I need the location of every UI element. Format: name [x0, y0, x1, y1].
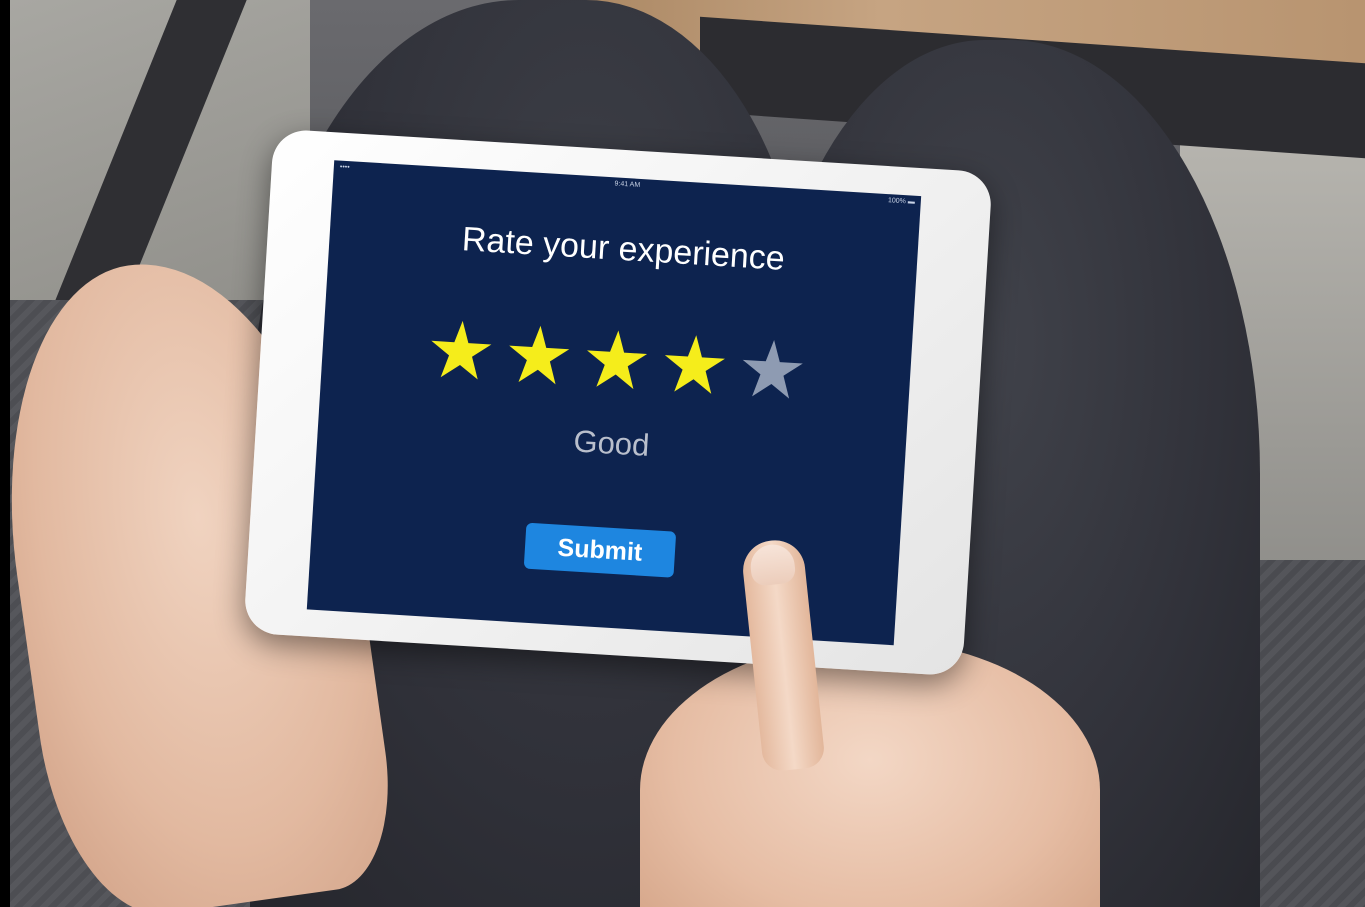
rating-label: Good — [572, 423, 651, 463]
star-icon-filled[interactable] — [661, 331, 729, 399]
status-bar: •••• 9:41 AM 100% ▬ — [333, 160, 921, 212]
star-icon-empty[interactable] — [738, 335, 806, 403]
star-icon-filled[interactable] — [427, 316, 495, 384]
image-border — [0, 0, 10, 907]
photo-scene: •••• 9:41 AM 100% ▬ Rate your experience… — [0, 0, 1365, 907]
tablet-device: •••• 9:41 AM 100% ▬ Rate your experience… — [243, 128, 993, 677]
rating-title: Rate your experience — [460, 220, 786, 278]
tablet-screen: •••• 9:41 AM 100% ▬ Rate your experience… — [306, 160, 922, 646]
battery-indicator: 100% ▬ — [887, 197, 915, 206]
star-rating[interactable] — [321, 310, 912, 416]
fingernail — [748, 542, 797, 587]
star-icon-filled[interactable] — [583, 326, 651, 394]
status-time: 9:41 AM — [614, 180, 641, 189]
submit-button[interactable]: Submit — [523, 522, 677, 578]
star-icon-filled[interactable] — [505, 321, 573, 389]
